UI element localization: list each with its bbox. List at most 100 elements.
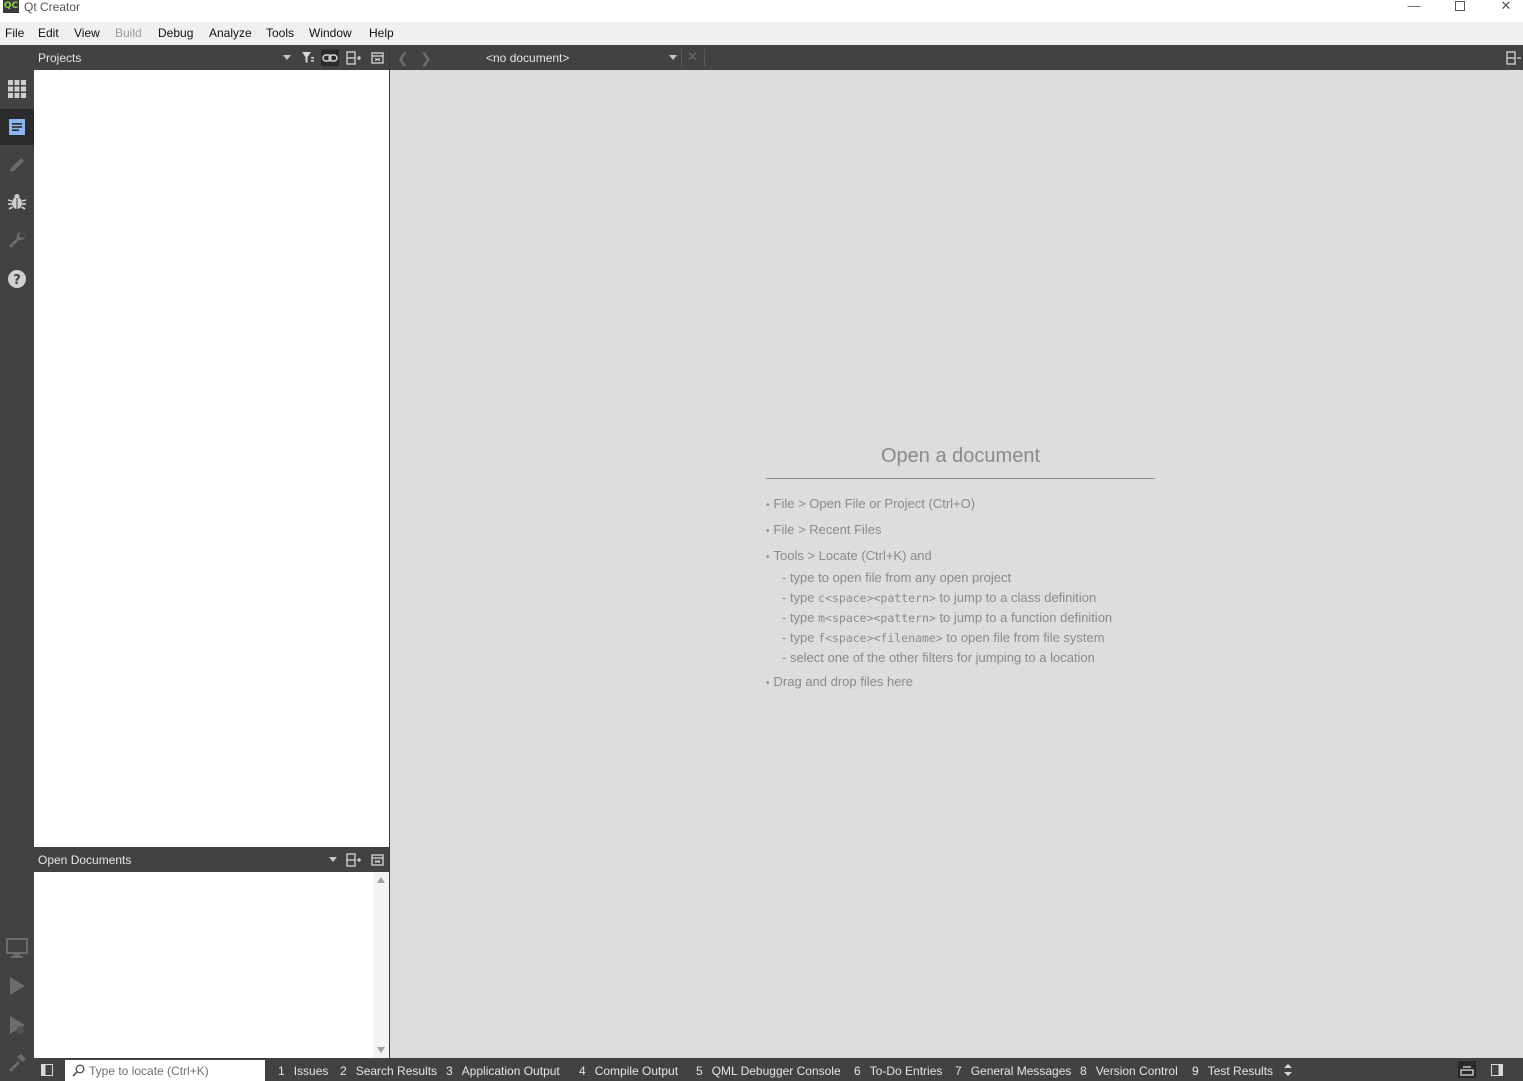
minimize-button[interactable]: — <box>1391 0 1437 14</box>
menu-edit[interactable]: Edit <box>38 26 59 40</box>
status-bar: 1Issues 2Search Results 3Application Out… <box>34 1058 1523 1081</box>
close-button[interactable]: ✕ <box>1483 0 1523 14</box>
split-add-icon <box>1506 50 1521 65</box>
pane-tab-todo-entries[interactable]: 6 To-Do Entries <box>854 1064 942 1078</box>
hint-subitem: - type m<space><pattern> to jump to a fu… <box>782 610 1113 625</box>
editor-toolbar: ❮ ❯ <no document> ✕ <box>390 45 1523 70</box>
scroll-up-icon[interactable] <box>377 877 385 883</box>
toolbar-separator <box>704 49 705 66</box>
close-panel-button[interactable] <box>368 49 386 66</box>
menu-analyze[interactable]: Analyze <box>209 26 252 40</box>
wrench-icon <box>9 232 25 248</box>
pane-tab-search-results[interactable]: 2 Search Results <box>340 1064 437 1078</box>
pane-tab-version-control[interactable]: 8 Version Control <box>1080 1064 1178 1078</box>
hint-list: • File > Open File or Project (Ctrl+O) • F… <box>766 494 1155 694</box>
split-panel-button[interactable] <box>345 851 363 868</box>
menu-debug[interactable]: Debug <box>158 26 193 40</box>
grid-icon <box>8 80 26 98</box>
split-add-icon <box>346 50 361 65</box>
run-button[interactable] <box>0 968 34 1004</box>
synchronize-button[interactable] <box>321 49 339 66</box>
document-icon <box>9 119 25 135</box>
close-document-button[interactable]: ✕ <box>687 49 698 65</box>
output-pane-icon <box>1460 1065 1474 1076</box>
chevron-down-icon[interactable] <box>329 857 337 862</box>
go-forward-button[interactable]: ❯ <box>420 50 432 67</box>
bug-icon <box>7 194 27 210</box>
mode-debug[interactable] <box>0 184 34 220</box>
maximize-button[interactable] <box>1437 0 1483 14</box>
chevron-down-icon[interactable] <box>283 55 291 60</box>
open-document-title: Open a document <box>766 445 1155 479</box>
menu-help[interactable]: Help <box>369 26 394 40</box>
open-documents-scrollbar[interactable] <box>373 872 389 1058</box>
mode-design[interactable] <box>0 147 34 183</box>
locator-input[interactable] <box>89 1062 259 1079</box>
toolbar-separator <box>681 49 682 66</box>
chevron-left-icon: ❮ <box>397 50 409 66</box>
play-icon <box>10 977 25 995</box>
menu-tools[interactable]: Tools <box>266 26 294 40</box>
menu-window[interactable]: Window <box>309 26 352 40</box>
toggle-output-pane-button[interactable] <box>1458 1061 1476 1078</box>
locator-box <box>65 1060 265 1081</box>
hint-subitem: - type to open file from any open projec… <box>782 570 1012 585</box>
hint-item: • Tools > Locate (Ctrl+K) and <box>766 548 932 563</box>
toggle-sidebar-button[interactable] <box>38 1061 56 1078</box>
scroll-down-icon[interactable] <box>377 1047 385 1053</box>
hint-subitem: - select one of the other filters for ju… <box>782 650 1095 665</box>
mode-projects[interactable] <box>0 222 34 258</box>
search-icon <box>72 1064 85 1077</box>
qt-creator-logo-icon: QC <box>3 0 19 13</box>
up-down-arrows-icon <box>1284 1063 1292 1076</box>
split-add-icon <box>346 852 361 867</box>
build-button[interactable] <box>0 1045 34 1081</box>
right-sidebar-icon <box>1491 1063 1503 1076</box>
menu-view[interactable]: View <box>74 26 100 40</box>
split-panel-button[interactable] <box>345 49 363 66</box>
menu-build[interactable]: Build <box>115 26 142 40</box>
pane-tab-qml-debugger-console[interactable]: 5 QML Debugger Console <box>696 1064 841 1078</box>
pane-tab-test-results[interactable]: 9 Test Results <box>1192 1064 1273 1078</box>
go-back-button[interactable]: ❮ <box>397 50 409 67</box>
toggle-right-sidebar-button[interactable] <box>1488 1061 1506 1078</box>
mode-edit[interactable] <box>0 109 34 145</box>
hint-subitem: - type c<space><pattern> to jump to a cl… <box>782 590 1097 605</box>
help-icon: ? <box>8 270 26 288</box>
more-panes-button[interactable] <box>1279 1061 1297 1078</box>
close-panel-icon <box>370 853 384 866</box>
chevron-down-icon[interactable] <box>669 55 677 60</box>
svg-text:?: ? <box>13 273 21 288</box>
split-editor-button[interactable] <box>1505 49 1523 66</box>
window-title: Qt Creator <box>24 0 81 14</box>
mode-welcome[interactable] <box>0 71 34 107</box>
menu-file[interactable]: File <box>5 26 24 40</box>
hint-item: • Drag and drop files here <box>766 674 913 689</box>
menu-bar: File Edit View Build Debug Analyze Tools… <box>0 22 1523 45</box>
open-documents-panel-title[interactable]: Open Documents <box>38 853 131 867</box>
projects-panel-title[interactable]: Projects <box>38 51 81 65</box>
mode-help[interactable]: ? <box>0 261 34 297</box>
mode-bar: ? <box>0 45 34 1081</box>
maximize-icon <box>1455 1 1465 11</box>
close-panel-button[interactable] <box>368 851 386 868</box>
projects-panel-header: Projects <box>34 45 389 70</box>
debug-run-button[interactable] <box>0 1007 34 1043</box>
projects-tree[interactable] <box>34 70 389 847</box>
kit-selector-button[interactable] <box>0 930 34 966</box>
pane-tab-application-output[interactable]: 3 Application Output <box>446 1064 560 1078</box>
filter-button[interactable] <box>299 49 317 66</box>
open-documents-list[interactable] <box>34 872 389 1058</box>
hint-item: • File > Open File or Project (Ctrl+O) <box>766 496 976 511</box>
pane-tab-general-messages[interactable]: 7 General Messages <box>955 1064 1071 1078</box>
pane-tab-issues[interactable]: 1 Issues <box>278 1064 328 1078</box>
close-icon: ✕ <box>687 49 698 64</box>
monitor-icon <box>6 938 28 958</box>
pane-tab-compile-output[interactable]: 4 Compile Output <box>579 1064 678 1078</box>
filter-icon <box>302 52 314 63</box>
editor-area[interactable]: Open a document • File > Open File or Pro… <box>390 70 1523 1058</box>
close-panel-icon <box>370 51 384 64</box>
document-selector[interactable]: <no document> <box>486 51 569 65</box>
sidebar-toggle-icon <box>41 1063 53 1076</box>
open-document-hint: Open a document • File > Open File or Pro… <box>766 445 1155 694</box>
